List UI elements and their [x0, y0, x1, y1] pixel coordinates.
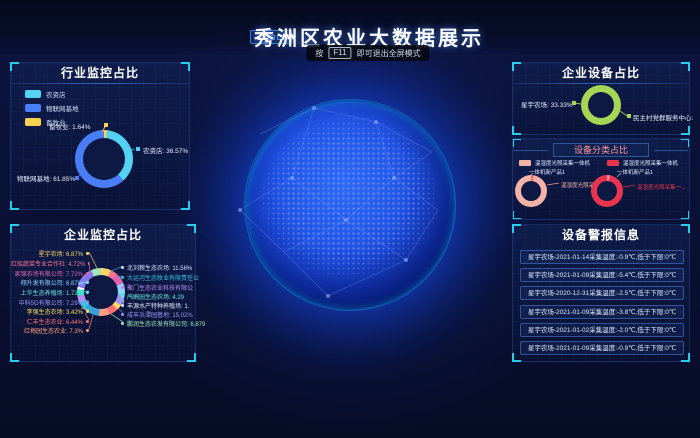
callout-dot: [572, 101, 576, 105]
dashboard-stage: 秀洲区农业大数据展示 按 F11 即可退出全屏模式 行业监控占比 农资店 物联网…: [0, 0, 700, 438]
chart-label: 上华生态养殖场: 1.72%: [11, 288, 89, 297]
chart-label: 翔升发有限公司: 6.87%: [11, 278, 89, 287]
legend-item[interactable]: 农资店: [25, 89, 79, 99]
callout-dot: [75, 176, 79, 180]
legend-label: 物联网基地: [46, 103, 79, 113]
device-legend-left[interactable]: 温湿度光照采集一体机: [519, 159, 590, 167]
chart-label: 丰源水产特种养殖场: 1.: [121, 301, 189, 310]
equipment-donut-chart: [581, 85, 621, 125]
device-donut-right: [591, 175, 623, 207]
chart-label: 中科5G有限公司: 7.29%: [11, 298, 89, 307]
legend-item[interactable]: 物联网基地: [25, 103, 79, 113]
panel-enterprise-monitor: 企业监控占比 星宇农场: [10, 224, 196, 362]
chart-label: 红船蔬菜专业合作社: 4.72%: [11, 259, 89, 268]
alarm-row[interactable]: 星宇农场-2021-01-09采集温度:-0.9℃,低于下限:0℃: [520, 341, 684, 355]
chart-label: 家锦农场有限公司: 7.72%: [11, 269, 89, 278]
legend-swatch: [25, 104, 41, 112]
f11-key-badge: F11: [328, 47, 351, 59]
chart-label: 成丰浜潭园基地: 15.02%: [121, 310, 193, 319]
chart-label: 仁丰生态农业: 6.44%: [11, 317, 89, 326]
industry-donut-chart: [75, 130, 133, 188]
panel-title: 行业监控占比: [11, 63, 189, 83]
fullscreen-hint: 按 F11 即可退出全屏模式: [306, 45, 429, 61]
alarm-row[interactable]: 星宇农场-2021-01-14采集温度:-0.9℃,低于下限:0℃: [520, 250, 684, 264]
panel-title: 设备分类占比: [553, 143, 649, 157]
callout-device-right: 温湿度光照采集一→: [637, 183, 687, 191]
panel-device-classification: 设备分类占比 温湿度光照采集一体机 一体机新产品1 温湿度光照采集一→ 温湿度光…: [512, 138, 690, 220]
callout-iot: 物联网基地: 61.85%: [17, 173, 75, 183]
callout-dot: [627, 114, 631, 118]
callout-livestock: 畜牧业: 1.64%: [49, 121, 91, 131]
globe-network-mesh: [218, 82, 482, 346]
device-donut-left: [515, 175, 547, 207]
alarm-row[interactable]: 星宇农场-2021-01-09采集温度:-3.8℃,低于下限:0℃: [520, 305, 684, 319]
panel-title: 设备警报信息: [513, 225, 689, 245]
chart-label: 星宇农场: 6.87%: [11, 249, 89, 258]
legend-swatch: [25, 90, 41, 98]
chart-label: 李强生态农场: 3.42%: [11, 307, 89, 316]
legend-swatch: [25, 118, 41, 126]
chart-label: 红梅园生态农业: 7.3%: [11, 326, 89, 335]
divider: [11, 83, 189, 84]
hint-prefix: 按: [315, 48, 323, 59]
panel-alarm-info: 设备警报信息 星宇农场-2021-01-14采集温度:-0.9℃,低于下限:0℃…: [512, 224, 690, 362]
alarm-row[interactable]: 星宇农场-2020-12-31采集温度:-2.5℃,低于下限:0℃: [520, 286, 684, 300]
callout-new-product: 一体机新产品1: [617, 168, 653, 176]
chart-label: 鸬鹚园生态农场: 4.29: [121, 292, 184, 301]
legend-label: 农资店: [46, 89, 66, 99]
device-legend-right[interactable]: 温湿度光照采集一体机: [607, 159, 678, 167]
callout-dot: [136, 147, 140, 151]
callout-store: 农资店: 36.57%: [143, 145, 188, 155]
chart-label: 大运河生态牧业有限责任公: [121, 273, 199, 282]
callout-xingyu-farm: 星宇农场: 33.33%: [521, 99, 573, 109]
hint-suffix: 即可退出全屏模式: [357, 48, 421, 59]
chart-label: 北刘粮生态农场: 11.56%: [121, 263, 192, 272]
panel-equipment-ratio: 企业设备占比 星宇农场: 33.33% 民主村党群服务中心:: [512, 62, 690, 135]
panel-industry-monitor: 行业监控占比 农资店 物联网基地 畜牧业 畜牧业: 1.64%: [10, 62, 190, 210]
alarm-row[interactable]: 星宇农场-2021-01-02采集温度:-2.0℃,低于下限:0℃: [520, 323, 684, 337]
panel-title: 企业设备占比: [513, 63, 689, 83]
panel-title: 企业监控占比: [11, 225, 195, 245]
callout-dot: [104, 123, 108, 127]
alarm-row[interactable]: 星宇农场-2021-01-09采集温度:-5.4℃,低于下限:0℃: [520, 268, 684, 282]
chart-label: 鹏润生态农发有限公司: 6.879: [121, 319, 205, 328]
callout-service-center: 民主村党群服务中心:: [633, 112, 693, 122]
divider: [513, 83, 689, 84]
chart-label: 聚门生态农业科技有限公: [121, 283, 193, 292]
